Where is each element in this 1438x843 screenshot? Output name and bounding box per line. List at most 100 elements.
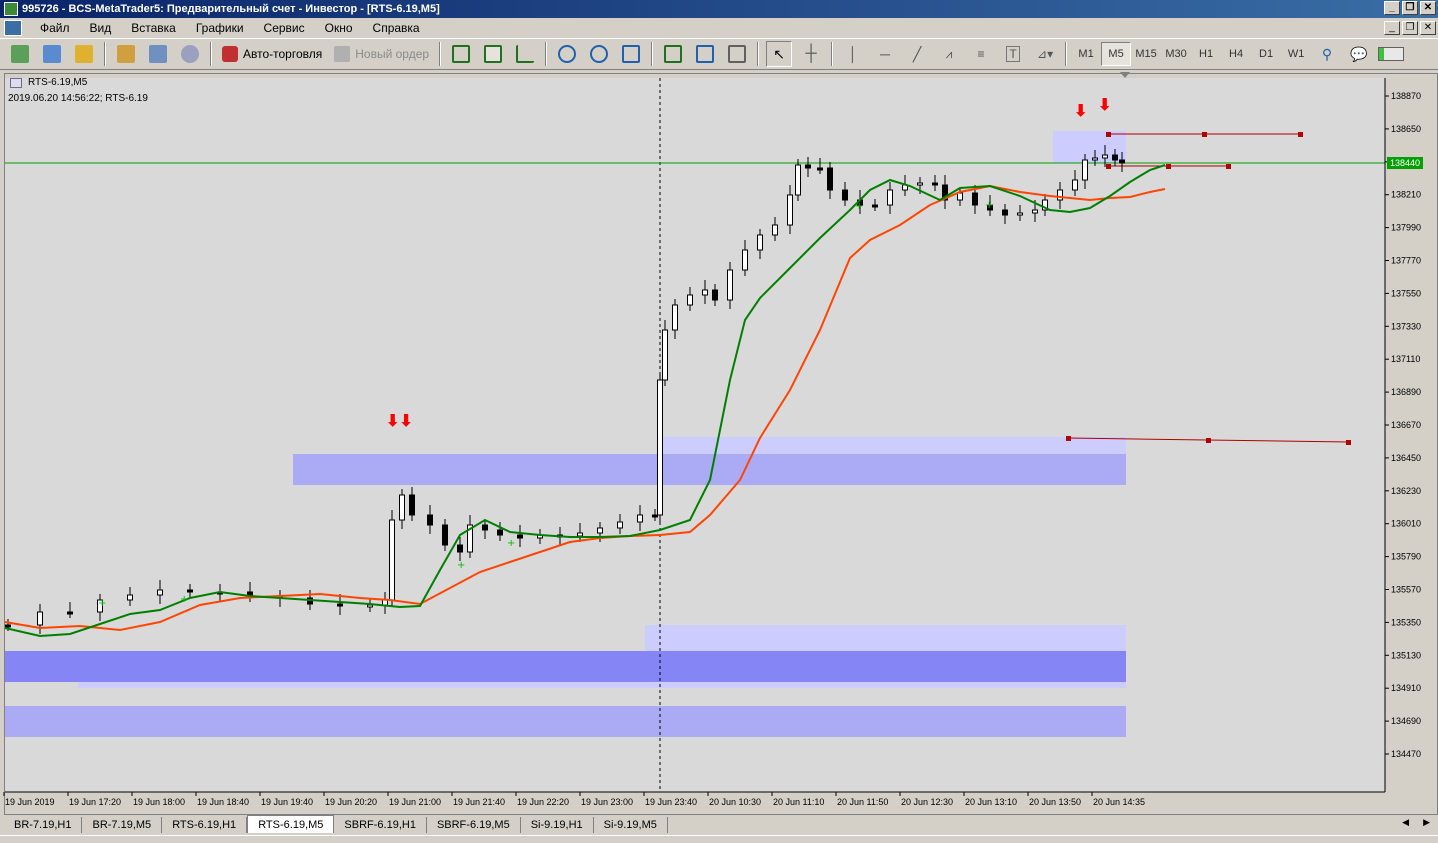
level-anchor[interactable] bbox=[1166, 164, 1171, 169]
price-tick-label: 136230 bbox=[1391, 486, 1421, 496]
level-anchor[interactable] bbox=[1298, 132, 1303, 137]
tab-br-h1[interactable]: BR-7.19,H1 bbox=[4, 817, 83, 833]
candle-body bbox=[67, 611, 73, 615]
price-tick-label: 138650 bbox=[1391, 124, 1421, 134]
time-tick-label: 20 Jun 11:50 bbox=[837, 797, 888, 807]
level-anchor[interactable] bbox=[1066, 436, 1071, 441]
time-tick-label: 19 Jun 20:20 bbox=[325, 797, 377, 807]
candle-body bbox=[657, 379, 663, 516]
time-tick-label: 19 Jun 23:40 bbox=[645, 797, 697, 807]
candle-body bbox=[409, 494, 415, 516]
time-tick-label: 19 Jun 19:40 bbox=[261, 797, 313, 807]
price-tick-label: 137550 bbox=[1391, 288, 1421, 298]
tab-rts-m5[interactable]: RTS-6.19,M5 bbox=[247, 815, 335, 833]
time-tick-label: 19 Jun 18:00 bbox=[133, 797, 185, 807]
chart-shift-marker-icon[interactable] bbox=[1120, 72, 1130, 78]
support-zone-edge bbox=[78, 682, 1126, 688]
level-anchor[interactable] bbox=[1346, 440, 1351, 445]
candle-body bbox=[577, 532, 583, 537]
buy-marker: + bbox=[985, 200, 993, 211]
price-tick-label: 136010 bbox=[1391, 519, 1421, 529]
candle-body bbox=[617, 521, 623, 529]
level-anchor[interactable] bbox=[1226, 164, 1231, 169]
candle-body bbox=[887, 189, 893, 206]
price-tick-label: 135130 bbox=[1391, 650, 1421, 660]
candle-body bbox=[442, 524, 448, 546]
support-zone-upper bbox=[645, 625, 1126, 651]
tab-si-m5[interactable]: Si-9.19,M5 bbox=[594, 817, 668, 833]
candle-body bbox=[367, 604, 373, 608]
candle-body bbox=[1119, 159, 1125, 164]
chart-info-line: 2019.06.20 14:56:22; RTS-6.19 bbox=[8, 93, 148, 104]
tab-scroll-right-icon[interactable]: ▶ bbox=[1423, 817, 1430, 828]
support-zone bbox=[5, 651, 1126, 682]
candle-body bbox=[1032, 209, 1038, 214]
candle-body bbox=[337, 603, 343, 607]
price-tick-label: 137110 bbox=[1391, 354, 1420, 364]
candle-body bbox=[687, 294, 693, 306]
level-anchor[interactable] bbox=[1206, 438, 1211, 443]
tab-sbrf-h1[interactable]: SBRF-6.19,H1 bbox=[334, 817, 427, 833]
chart-header: RTS-6.19,M5 bbox=[10, 77, 87, 88]
price-tick-label: 135350 bbox=[1391, 617, 1421, 627]
level-anchor[interactable] bbox=[1202, 132, 1207, 137]
price-tick-label: 136450 bbox=[1391, 453, 1421, 463]
price-tick-label: 137990 bbox=[1391, 223, 1421, 233]
candle-body bbox=[872, 204, 878, 208]
price-axis[interactable]: 1388701386501384301382101379901377701375… bbox=[1385, 91, 1421, 759]
candle-body bbox=[1102, 154, 1108, 159]
time-tick-label: 19 Jun 18:40 bbox=[197, 797, 249, 807]
candle-body bbox=[805, 164, 811, 169]
candle-body bbox=[187, 589, 193, 593]
level-anchor[interactable] bbox=[1106, 164, 1111, 169]
candle-body bbox=[787, 194, 793, 226]
current-price-label: 138440 bbox=[1390, 158, 1420, 168]
candle-body bbox=[637, 514, 643, 523]
tab-si-h1[interactable]: Si-9.19,H1 bbox=[521, 817, 594, 833]
buy-marker: + bbox=[180, 594, 188, 605]
candle-body bbox=[917, 182, 923, 186]
candle-body bbox=[457, 544, 463, 553]
candle-body bbox=[972, 192, 978, 206]
time-tick-label: 19 Jun 21:40 bbox=[453, 797, 505, 807]
time-tick-label: 19 Jun 22:20 bbox=[517, 797, 569, 807]
price-tick-label: 134470 bbox=[1391, 749, 1421, 759]
price-tick-label: 134910 bbox=[1391, 683, 1421, 693]
level-anchor[interactable] bbox=[1106, 132, 1111, 137]
sell-arrow-icon: ⬇ bbox=[1074, 103, 1088, 120]
status-bar bbox=[0, 835, 1438, 843]
tab-br-m5[interactable]: BR-7.19,M5 bbox=[82, 817, 163, 833]
price-chart[interactable]: + + + + + + 1388701386501384301382101379… bbox=[0, 0, 1438, 843]
tab-scroll-left-icon[interactable]: ◀ bbox=[1402, 817, 1409, 828]
candle-body bbox=[957, 192, 963, 201]
time-axis[interactable]: 19 Jun 2019 19 Jun 17:20 19 Jun 18:00 19 Ju… bbox=[3, 792, 1145, 807]
candle-body bbox=[817, 167, 823, 171]
time-tick-label: 20 Jun 11:10 bbox=[773, 797, 824, 807]
candle-body bbox=[1112, 154, 1118, 161]
candle-body bbox=[842, 189, 848, 201]
resistance-zone-upper bbox=[660, 437, 1126, 454]
time-tick-label: 20 Jun 13:10 bbox=[965, 797, 1017, 807]
candle-body bbox=[1072, 179, 1078, 191]
time-tick-label: 19 Jun 17:20 bbox=[69, 797, 121, 807]
sell-arrow-icon: ⬇ bbox=[1098, 97, 1112, 114]
candle-body bbox=[157, 589, 163, 596]
candle-body bbox=[662, 329, 668, 381]
time-tick-label: 20 Jun 12:30 bbox=[901, 797, 953, 807]
buy-marker: + bbox=[507, 538, 515, 549]
candle-body bbox=[702, 289, 708, 296]
tab-sbrf-m5[interactable]: SBRF-6.19,M5 bbox=[427, 817, 521, 833]
candle-body bbox=[1082, 159, 1088, 181]
candle-body bbox=[757, 234, 763, 251]
candle-body bbox=[1057, 189, 1063, 201]
time-tick-label: 20 Jun 10:30 bbox=[709, 797, 761, 807]
candle-body bbox=[1092, 157, 1098, 161]
candle-body bbox=[742, 249, 748, 271]
time-tick-label: 19 Jun 2019 bbox=[5, 797, 55, 807]
price-tick-label: 136890 bbox=[1391, 387, 1421, 397]
buy-marker: + bbox=[457, 560, 465, 571]
candle-body bbox=[389, 519, 395, 601]
candle-body bbox=[1002, 209, 1008, 216]
tab-rts-h1[interactable]: RTS-6.19,H1 bbox=[162, 817, 248, 833]
chart-symbol-icon bbox=[10, 77, 22, 88]
